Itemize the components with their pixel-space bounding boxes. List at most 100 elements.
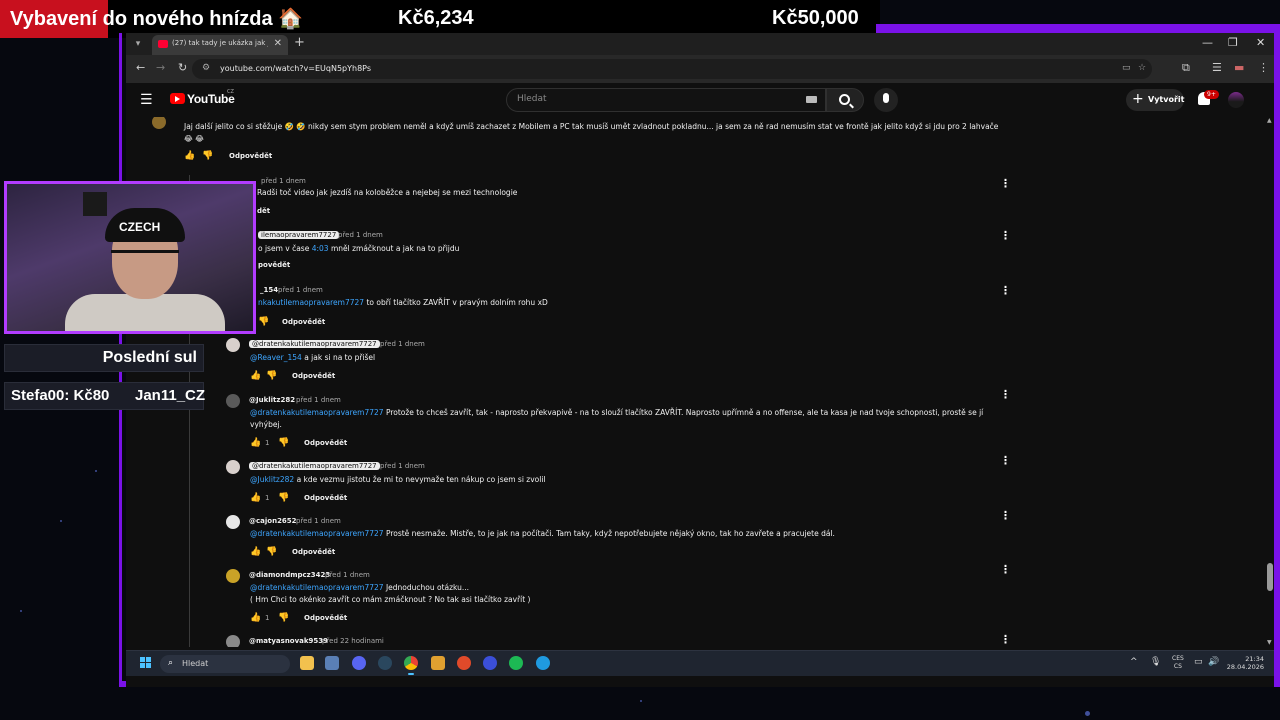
comment-author[interactable]: ilemaopravarem7727 [258,231,340,239]
tab-close-icon[interactable]: ✕ [274,38,282,49]
like-icon[interactable]: 👍 [250,493,261,503]
more-options-icon[interactable]: ⋮ [1000,509,1011,522]
comment-avatar[interactable] [226,515,240,529]
reply-button[interactable]: Odpovědět [292,548,335,556]
app-icon[interactable] [431,656,445,670]
more-options-icon[interactable]: ⋮ [1000,633,1011,646]
calculator-icon[interactable] [325,656,339,670]
file-explorer-icon[interactable] [300,656,314,670]
cast-icon[interactable]: ▭ [1122,63,1131,73]
timestamp-link[interactable]: 4:03 [312,244,329,253]
reply-button[interactable]: Odpovědět [304,439,347,447]
comment-author[interactable]: @cajon2652 [249,517,297,525]
more-options-icon[interactable]: ⋮ [1000,454,1011,467]
mention-link[interactable]: @Reaver_154 [250,353,302,362]
display-icon[interactable]: ▭ [1194,657,1203,667]
dislike-icon[interactable]: 👎 [278,613,289,623]
tab-search-icon[interactable]: ▾ [130,36,146,52]
bookmark-star-icon[interactable]: ☆ [1138,63,1146,73]
search-button[interactable] [826,88,864,112]
dislike-icon[interactable]: 👎 [202,151,213,161]
scroll-thumb[interactable] [1267,563,1273,591]
reply-button[interactable]: Odpovědět [292,372,335,380]
close-window-icon[interactable]: ✕ [1256,36,1265,49]
browser-menu-icon[interactable]: ⋮ [1258,61,1269,74]
page-scrollbar[interactable]: ▲ ▼ [1266,117,1274,647]
comment-avatar[interactable] [226,394,240,408]
minimize-icon[interactable]: — [1202,36,1213,49]
edge-icon[interactable] [536,656,550,670]
site-info-icon[interactable]: ⚙ [202,63,210,73]
reply-button[interactable]: povědět [258,261,290,269]
more-options-icon[interactable]: ⋮ [1000,388,1011,401]
more-options-icon[interactable]: ⋮ [1000,229,1011,242]
reply-button[interactable]: Odpovědět [282,318,325,326]
like-icon[interactable]: 👍 [184,151,195,161]
comment-avatar[interactable] [226,635,240,647]
reload-icon[interactable]: ↻ [178,61,187,74]
like-icon[interactable]: 👍 [250,613,261,623]
taskbar-clock[interactable]: 21:34 28.04.2026 [1226,655,1264,671]
comment-author[interactable]: @dratenkakutilemaopravarem7727 [249,462,380,470]
reply-button[interactable]: dět [257,207,270,215]
new-tab-icon[interactable]: + [294,35,305,50]
more-options-icon[interactable]: ⋮ [1000,563,1011,576]
steam-icon[interactable] [378,656,392,670]
streaming-app-icon[interactable] [457,656,471,670]
dislike-icon[interactable]: 👎 [266,547,277,557]
reply-button[interactable]: Odpovědět [229,152,272,160]
more-options-icon[interactable]: ⋮ [1000,177,1011,190]
mention-link[interactable]: @dratenkakutilemaopravarem7727 [250,583,384,592]
extensions-icon[interactable]: ⧉ [1182,61,1190,75]
tab-youtube[interactable]: (27) tak tady je ukázka jak je sa ✕ [152,35,288,55]
maximize-icon[interactable]: ❐ [1228,36,1238,49]
comment-avatar[interactable] [226,569,240,583]
dislike-icon[interactable]: 👎 [278,438,289,448]
mention-link[interactable]: @dratenkakutilemaopravarem7727 [250,408,384,417]
comment-author[interactable]: @diamondmpcz3423 [249,571,330,579]
mention-link[interactable]: nkakutilemaopravarem7727 [258,298,364,307]
chrome-icon[interactable] [404,656,418,675]
like-icon[interactable]: 👍 [250,371,261,381]
comment-avatar[interactable] [152,117,166,129]
create-button[interactable]: + Vytvořit [1126,89,1184,111]
search-input[interactable]: Hledat [506,88,826,112]
like-icon[interactable]: 👍 [250,547,261,557]
like-icon[interactable]: 👍 [250,438,261,448]
tray-chevron-icon[interactable]: ^ [1130,657,1138,667]
youtube-logo-icon[interactable] [170,93,185,104]
comment-author[interactable]: @matyasnovak9539 [249,637,328,645]
keyboard-icon[interactable] [806,96,817,103]
discord-icon[interactable] [352,656,366,670]
reply-button[interactable]: Odpovědět [304,494,347,502]
vpn-icon[interactable] [483,656,497,670]
scroll-down-icon[interactable]: ▼ [1267,639,1272,646]
spotify-icon[interactable] [509,656,523,670]
input-language[interactable]: CES CS [1172,655,1184,671]
account-avatar[interactable] [1228,92,1244,108]
comment-author[interactable]: @Juklitz282 [249,396,295,404]
dislike-icon[interactable]: 👎 [266,371,277,381]
comment-avatar[interactable] [226,460,240,474]
profile-icon[interactable]: ▬ [1234,61,1244,74]
mention-link[interactable]: @dratenkakutilemaopravarem7727 [250,529,384,538]
taskbar-search[interactable]: ⌕ Hledat [160,655,290,673]
back-icon[interactable]: ← [136,61,145,74]
tab-menu-icon[interactable]: ☰ [1212,61,1222,74]
microphone-icon[interactable]: 🎙 [1150,657,1161,667]
menu-hamburger-icon[interactable]: ☰ [140,92,153,108]
voice-search-button[interactable] [874,88,898,112]
dislike-icon[interactable]: 👎 [258,317,269,327]
forward-icon[interactable]: → [156,61,165,74]
comment-author[interactable]: _154 [260,286,278,294]
scroll-up-icon[interactable]: ▲ [1267,117,1272,124]
mention-link[interactable]: @Juklitz282 [250,475,294,484]
comment-avatar[interactable] [226,338,240,352]
windows-start-icon[interactable] [140,657,152,669]
dislike-icon[interactable]: 👎 [278,493,289,503]
address-bar[interactable]: ⚙ youtube.com/watch?v=EUqN5pYh8Ps ▭ ☆ [192,59,1152,79]
comment-author[interactable]: @dratenkakutilemaopravarem7727 [249,340,380,348]
more-options-icon[interactable]: ⋮ [1000,284,1011,297]
reply-button[interactable]: Odpovědět [304,614,347,622]
volume-icon[interactable]: 🔊 [1208,657,1219,667]
